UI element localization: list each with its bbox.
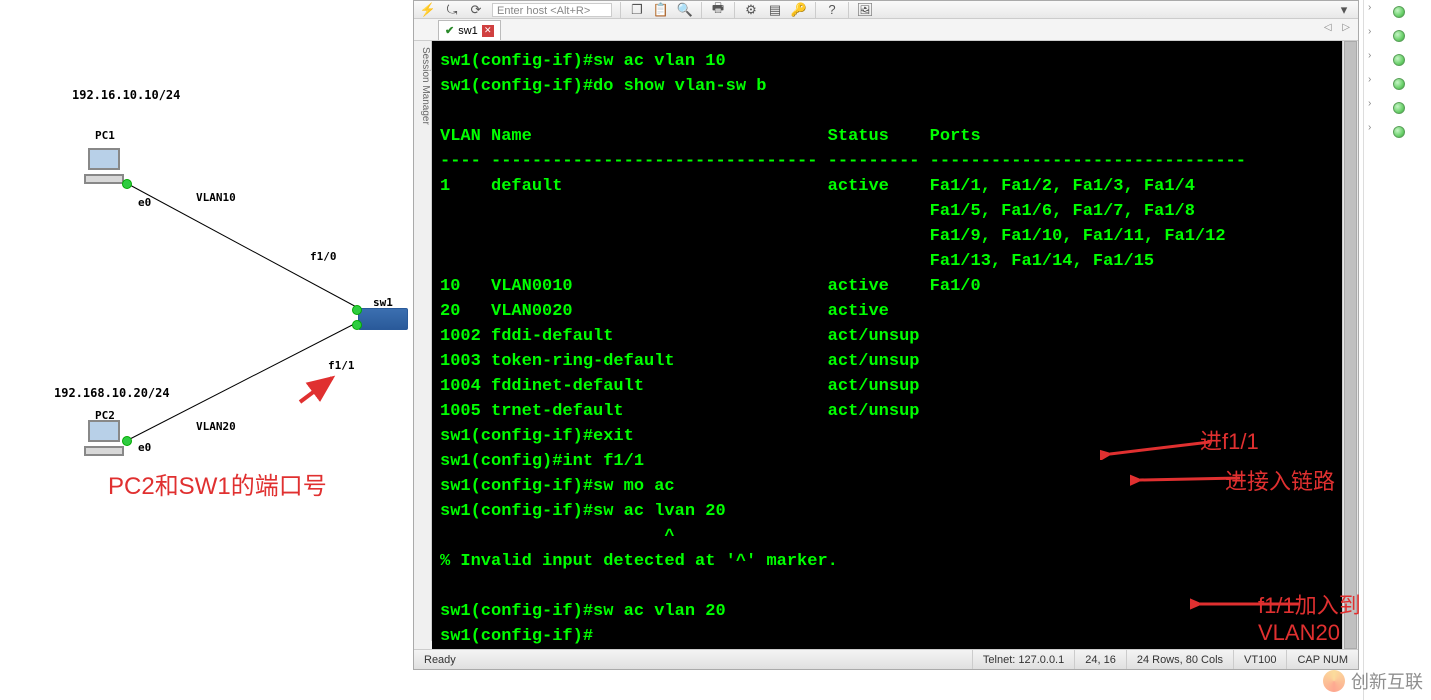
status-bar: Ready Telnet: 127.0.0.1 24, 16 24 Rows, … xyxy=(414,649,1358,669)
session-tabbar: ✔ sw1 ✕ ◁ ▷ xyxy=(414,19,1358,41)
led-icon xyxy=(1393,126,1405,138)
network-topology-diagram: 192.16.10.10/24 PC1 e0 VLAN10 f1/0 sw1 f… xyxy=(0,0,410,700)
pc1-link-dot xyxy=(122,179,132,189)
f10-label: f1/0 xyxy=(310,250,337,263)
paste-icon[interactable]: 📋 xyxy=(653,2,669,18)
status-caps-num: CAP NUM xyxy=(1287,650,1358,669)
subnet2-label: 192.168.10.20/24 xyxy=(54,386,170,400)
host-input[interactable]: Enter host <Alt+R> xyxy=(492,3,612,17)
pc2-iface-label: e0 xyxy=(138,441,151,454)
status-term-type: VT100 xyxy=(1234,650,1287,669)
terminal-app-window: ⚡ ⤿ ⟳ Enter host <Alt+R> ❐ 📋 🔍 🖶 ⚙ ▤ 🔑 ?… xyxy=(413,0,1359,670)
pc2-icon xyxy=(82,420,126,456)
session-manager-sidebar[interactable]: Session Manager xyxy=(414,41,432,641)
note-pc2-port: PC2和SW1的端口号 xyxy=(108,466,327,501)
reconnect-icon[interactable]: ⚡ xyxy=(420,2,436,18)
app-toolbar: ⚡ ⤿ ⟳ Enter host <Alt+R> ❐ 📋 🔍 🖶 ⚙ ▤ 🔑 ?… xyxy=(414,1,1358,19)
status-connection: Telnet: 127.0.0.1 xyxy=(973,650,1075,669)
status-rows-cols: 24 Rows, 80 Cols xyxy=(1127,650,1234,669)
toolbar-overflow-icon[interactable]: ▾ xyxy=(1336,2,1352,18)
switch-icon xyxy=(358,308,408,330)
watermark: 创新互联 xyxy=(1323,668,1423,694)
disconnect-icon[interactable]: ⤿ xyxy=(444,2,460,18)
vlan10-label: VLAN10 xyxy=(196,191,236,204)
led-icon xyxy=(1393,54,1405,66)
palette-icon[interactable]: 🖼 xyxy=(857,2,873,18)
pc1-iface-label: e0 xyxy=(138,196,151,209)
subnet1-label: 192.16.10.10/24 xyxy=(72,88,180,102)
pc2-link-dot xyxy=(122,436,132,446)
tab-sw1[interactable]: ✔ sw1 ✕ xyxy=(438,20,501,40)
settings-icon[interactable]: ⚙ xyxy=(743,2,759,18)
copy-icon[interactable]: ❐ xyxy=(629,2,645,18)
watermark-text: 创新互联 xyxy=(1351,668,1423,694)
help-icon[interactable]: ? xyxy=(824,2,840,18)
terminal-scrollbar[interactable] xyxy=(1342,41,1358,649)
right-led-panel: › › › › › › xyxy=(1363,0,1431,700)
pc1-icon xyxy=(82,148,126,184)
chev-icon: › xyxy=(1368,50,1371,70)
print-icon[interactable]: 🖶 xyxy=(710,2,726,18)
vlan20-label: VLAN20 xyxy=(196,420,236,433)
key-icon[interactable]: 🔑 xyxy=(791,2,807,18)
status-ready: Ready xyxy=(414,650,973,669)
scrollbar-thumb[interactable] xyxy=(1344,41,1357,649)
led-icon xyxy=(1393,30,1405,42)
chev-icon: › xyxy=(1368,98,1371,118)
sw1-dot-top xyxy=(352,305,362,315)
topology-links-svg xyxy=(0,0,410,700)
tab-label: sw1 xyxy=(458,25,478,37)
pc1-label: PC1 xyxy=(95,129,115,142)
watermark-logo-icon xyxy=(1323,670,1345,692)
sw1-dot-bottom xyxy=(352,320,362,330)
terminal-output[interactable]: sw1(config-if)#sw ac vlan 10 sw1(config-… xyxy=(432,41,1358,649)
led-icon xyxy=(1393,102,1405,114)
tab-nav-arrows[interactable]: ◁ ▷ xyxy=(1324,22,1354,33)
session-icon[interactable]: ▤ xyxy=(767,2,783,18)
tab-active-check-icon: ✔ xyxy=(445,24,454,37)
f11-label: f1/1 xyxy=(328,359,355,372)
tab-close-button[interactable]: ✕ xyxy=(482,25,494,37)
find-icon[interactable]: 🔍 xyxy=(677,2,693,18)
led-icon xyxy=(1393,78,1405,90)
status-cursor-pos: 24, 16 xyxy=(1075,650,1127,669)
led-icon xyxy=(1393,6,1405,18)
chev-icon: › xyxy=(1368,2,1371,22)
chev-icon: › xyxy=(1368,26,1371,46)
refresh-icon[interactable]: ⟳ xyxy=(468,2,484,18)
chev-icon: › xyxy=(1368,122,1371,142)
chev-icon: › xyxy=(1368,74,1371,94)
